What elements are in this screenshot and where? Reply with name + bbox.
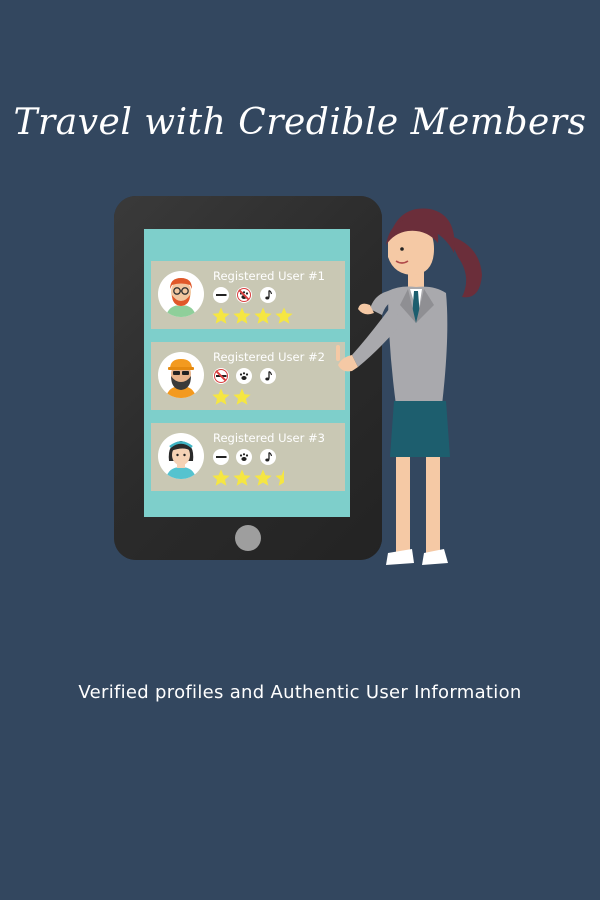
star-icon xyxy=(254,307,272,324)
cigarette-icon xyxy=(213,449,229,465)
music-note-icon xyxy=(259,287,276,303)
page-subtitle: Verified profiles and Authentic User Inf… xyxy=(78,682,522,703)
music-note-icon xyxy=(259,368,276,384)
user-card-2: Registered User #2 xyxy=(151,342,345,410)
star-icon xyxy=(212,307,230,324)
cigarette-icon xyxy=(213,287,229,303)
page-title: Travel with Credible Members xyxy=(13,102,587,143)
star-rating xyxy=(211,387,253,407)
star-icon xyxy=(212,469,230,486)
tablet-screen: Registered User #1 Registered User #2 Re… xyxy=(144,229,350,517)
half-star-icon xyxy=(275,469,284,486)
card-label: Registered User #2 xyxy=(213,350,325,364)
preference-icons xyxy=(213,368,279,384)
card-label: Registered User #1 xyxy=(213,269,325,283)
avatar xyxy=(158,352,204,398)
star-rating xyxy=(211,468,295,488)
user-card-1: Registered User #1 xyxy=(151,261,345,329)
preference-icons xyxy=(213,287,279,303)
card-label: Registered User #3 xyxy=(213,431,325,445)
star-icon xyxy=(254,469,272,486)
avatar xyxy=(158,433,204,479)
avatar xyxy=(158,271,204,317)
star-rating xyxy=(211,306,295,326)
preference-icons xyxy=(213,449,279,465)
cigarette-icon xyxy=(213,368,229,384)
star-icon xyxy=(233,307,251,324)
star-icon xyxy=(233,388,251,405)
tablet-home-button xyxy=(235,525,261,551)
paw-icon xyxy=(236,368,253,384)
music-note-icon xyxy=(259,449,276,465)
user-card-3: Registered User #3 xyxy=(151,423,345,491)
businesswoman-illustration xyxy=(336,208,482,565)
star-icon xyxy=(275,307,293,324)
star-icon xyxy=(233,469,251,486)
star-icon xyxy=(212,388,230,405)
paw-icon xyxy=(236,449,253,465)
paw-icon xyxy=(236,287,253,303)
